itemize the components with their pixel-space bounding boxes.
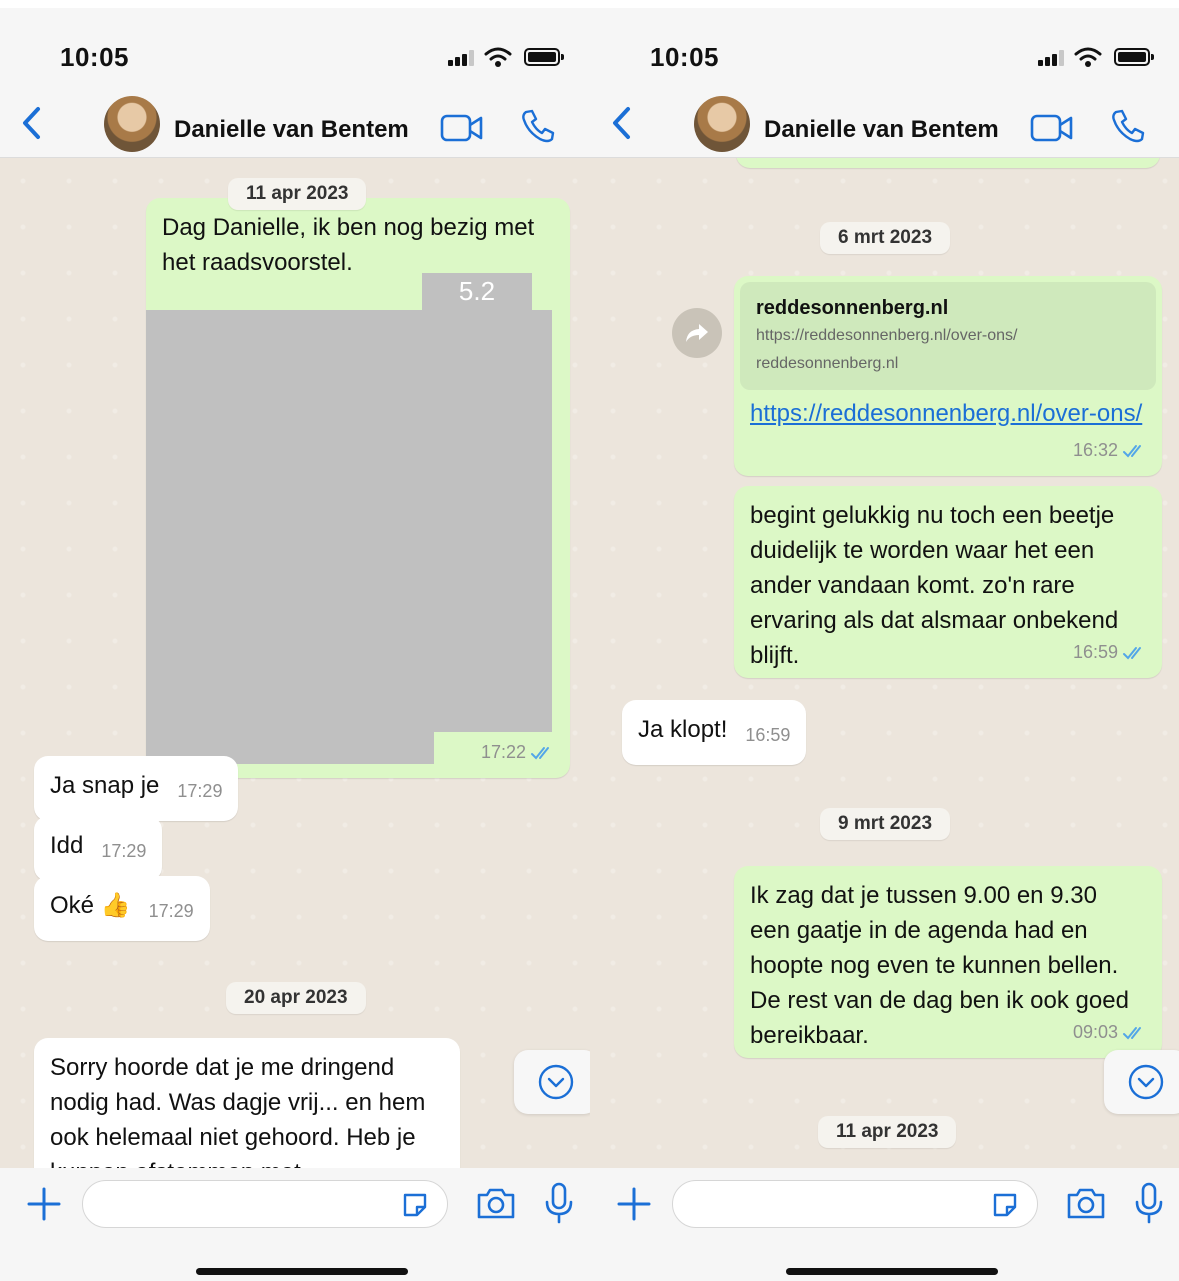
microphone-icon[interactable] [544,1182,574,1224]
redacted-block [146,310,552,732]
camera-icon[interactable] [1066,1186,1106,1220]
scroll-down-icon [1128,1064,1164,1100]
phone-call-icon[interactable] [1110,108,1146,144]
back-chevron-icon[interactable] [610,106,634,140]
message-time: 17:29 [177,781,223,801]
read-ticks-icon [531,746,549,759]
avatar[interactable] [104,96,160,152]
microphone-icon[interactable] [1134,1182,1164,1224]
incoming-message[interactable]: Sorry hoorde dat je me dringend nodig ha… [34,1038,460,1168]
message-list[interactable]: Dag Danielle, ik ben nog bezig met het r… [0,158,590,1168]
sticker-icon[interactable] [401,1191,429,1219]
battery-icon [1114,48,1154,66]
scroll-down-button[interactable] [514,1050,590,1114]
message-time: 16:59 [1072,642,1118,662]
status-bar: 10:05 [590,8,1179,92]
outgoing-message[interactable]: Ik zag dat je tussen 9.00 en 9.30 een ga… [734,866,1162,1058]
contact-name[interactable]: Danielle van Bentem [764,116,999,144]
home-indicator[interactable] [786,1268,998,1275]
chat-header: Danielle van Bentem [590,92,1179,158]
message-input[interactable] [82,1180,448,1228]
date-separator: 11 apr 2023 [228,178,367,210]
message-text: Ja snap je [50,772,160,799]
message-text: Dag Danielle, ik ben nog bezig met het r… [162,214,535,276]
phone-call-icon[interactable] [520,108,556,144]
phone-screenshot-right: 10:05 Danielle van Bentem 6 mrt 2023 red… [590,8,1179,1281]
signal-icon [448,50,478,66]
read-ticks-icon [1123,1026,1141,1039]
message-meta: 09:03 [1073,1015,1148,1050]
link-preview-title: reddesonnenberg.nl [756,297,949,319]
message-time: 17:22 [480,742,526,762]
message-list[interactable]: 6 mrt 2023 reddesonnenberg.nl https://re… [590,158,1179,1168]
outgoing-message[interactable]: Dag Danielle, ik ben nog bezig met het r… [146,198,570,778]
plus-icon[interactable] [26,1186,62,1222]
message-input-bar [0,1168,590,1281]
date-separator: 6 mrt 2023 [820,222,951,254]
message-meta: 16:32 [1073,433,1148,468]
message-meta: 16:59 [1073,635,1148,670]
message-input[interactable] [672,1180,1038,1228]
message-text: Sorry hoorde dat je me dringend nodig ha… [50,1054,426,1168]
back-chevron-icon[interactable] [20,106,44,140]
plus-icon[interactable] [616,1186,652,1222]
message-meta: 17:22 [481,735,556,770]
link-preview[interactable]: reddesonnenberg.nl https://reddesonnenbe… [740,282,1156,390]
wifi-icon [484,47,512,67]
message-text: Oké 👍 [50,892,131,919]
scroll-down-icon [538,1064,574,1100]
avatar[interactable] [694,96,750,152]
date-separator: 9 mrt 2023 [820,808,951,840]
video-call-icon[interactable] [1030,114,1074,142]
message-text: Idd [50,832,84,859]
forward-button[interactable] [672,308,722,358]
home-indicator[interactable] [196,1268,408,1275]
status-time: 10:05 [650,42,719,72]
date-separator: 20 apr 2023 [226,982,366,1014]
read-ticks-icon [1123,646,1141,659]
sticker-icon[interactable] [991,1191,1019,1219]
date-separator: 11 apr 2023 [818,1116,957,1148]
message-time: 09:03 [1072,1022,1118,1042]
video-call-icon[interactable] [440,114,484,142]
phone-screenshot-left: 10:05 Danielle van Bentem Dag Danielle, … [0,8,590,1281]
redaction-label: 5.2 [422,273,532,310]
incoming-message[interactable]: Ja snap je 17:29 [34,756,239,821]
incoming-message[interactable]: Oké 👍 17:29 [34,876,210,941]
message-time: 17:29 [101,841,147,861]
status-bar: 10:05 [0,8,590,92]
message-time: 17:29 [148,901,194,921]
battery-icon [524,48,564,66]
link-preview-domain: reddesonnenberg.nl [756,355,899,372]
incoming-message[interactable]: Idd 17:29 [34,816,163,881]
forward-icon [686,324,708,342]
status-time: 10:05 [60,42,129,72]
signal-icon [1038,50,1068,66]
incoming-message[interactable]: Ja klopt! 16:59 [622,700,807,765]
outgoing-message[interactable]: reddesonnenberg.nl https://reddesonnenbe… [734,276,1162,476]
outgoing-message-partial[interactable] [736,158,1160,168]
message-time: 16:59 [745,725,791,745]
camera-icon[interactable] [476,1186,516,1220]
wifi-icon [1074,47,1102,67]
message-text: Ja klopt! [638,716,728,743]
message-time: 16:32 [1072,440,1118,460]
message-input-bar [590,1168,1179,1281]
read-ticks-icon [1123,444,1141,457]
chat-header: Danielle van Bentem [0,92,590,158]
link-preview-url: https://reddesonnenberg.nl/over-ons/ [756,327,1018,344]
message-text: begint gelukkig nu toch een beetje duide… [750,502,1119,669]
contact-name[interactable]: Danielle van Bentem [174,116,409,144]
outgoing-message[interactable]: begint gelukkig nu toch een beetje duide… [734,486,1162,678]
scroll-down-button[interactable] [1104,1050,1179,1114]
message-link[interactable]: https://reddesonnenberg.nl/over-ons/ [750,400,1142,427]
